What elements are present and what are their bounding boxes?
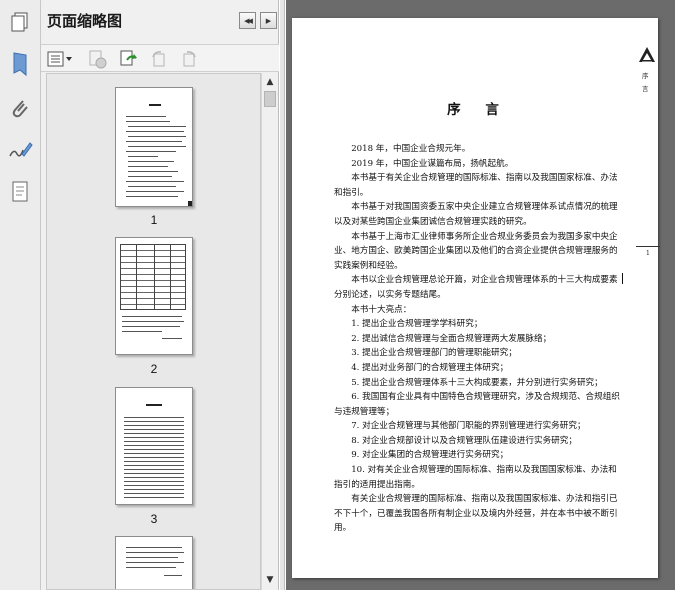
- paragraph: 本书基于有关企业合规管理的国际标准、指南以及我国国家标准、办法和指引。: [334, 173, 618, 198]
- page-thumbnails-icon[interactable]: [4, 6, 36, 38]
- thumbnail-label-1: 1: [150, 213, 158, 227]
- layers-icon[interactable]: [4, 176, 36, 208]
- chevron-right-icon: ▶: [265, 16, 272, 25]
- list-item: 4. 提出对业务部门的合规管理主体研究；: [351, 362, 509, 373]
- page-number: 1: [646, 250, 650, 257]
- list-item: 1. 提出企业合规管理学学科研究；: [351, 319, 483, 330]
- paragraph: 本书十大亮点：: [351, 304, 412, 315]
- attachment-icon[interactable]: [4, 92, 36, 124]
- collapse-panel-button[interactable]: ◀◀: [239, 12, 256, 29]
- list-item: 8. 对企业合规部设计以及合规管理队伍建设进行实务研究；: [351, 435, 577, 446]
- page-thumbnail-4[interactable]: [115, 536, 193, 589]
- expand-panel-button[interactable]: ▶: [260, 12, 277, 29]
- margin-rule: [636, 246, 660, 247]
- list-item: 9. 对企业集团的合规管理进行实务研究；: [351, 450, 509, 461]
- paragraph: 2018 年，中国企业合规元年。: [351, 144, 471, 154]
- text-cursor: [622, 273, 623, 284]
- running-header: 序言: [642, 72, 649, 93]
- paragraph: 本书基于上海市汇业律师事务所企业合规业务委员会为我国多家中央企业、地方国企、欧美…: [334, 231, 618, 271]
- thumbnails-scrollbar[interactable]: ▲ ▼: [261, 73, 278, 590]
- chevron-down-icon: ▼: [266, 575, 274, 585]
- insert-page-icon[interactable]: [117, 48, 141, 70]
- page-title: 序 言: [447, 102, 509, 118]
- page-thumbnail-2[interactable]: [115, 237, 193, 355]
- page-thumbnail-3[interactable]: [115, 387, 193, 505]
- document-page[interactable]: 序言 序 言 2018 年，中国企业合规元年。 2019 年，中国企业谋篇布局，…: [292, 18, 660, 578]
- list-item: 5. 提出企业合规管理体系十三大构成要素，并分别进行实务研究；: [351, 377, 603, 388]
- scroll-up-button[interactable]: ▲: [262, 75, 278, 89]
- rotate-left-icon[interactable]: [147, 48, 171, 70]
- document-body: 2018 年，中国企业合规元年。 2019 年，中国企业谋篇布局，扬帆起航。 本…: [334, 142, 622, 536]
- bookmark-icon[interactable]: [4, 48, 36, 80]
- paragraph: 本书以企业合规管理总论开篇，对企业合规管理体系的十三大构成要素分别论述，以实务专…: [334, 275, 618, 300]
- thumbnail-label-2: 2: [150, 362, 158, 376]
- double-chevron-left-icon: ◀◀: [244, 16, 253, 25]
- page-thumbnail-1[interactable]: [115, 87, 193, 207]
- paragraph: 本书基于对我国国资委五家中央企业建立合规管理体系试点情况的梳理以及对某些跨国企业…: [334, 202, 618, 227]
- navigation-strip: [0, 0, 41, 590]
- panel-splitter[interactable]: [280, 0, 285, 590]
- paragraph: 有关企业合规管理的国际标准、指南以及我国国家标准、办法和指引已不下十个，已覆盖我…: [334, 494, 618, 534]
- rotate-right-icon[interactable]: [177, 48, 201, 70]
- list-item: 6. 我国国有企业具有中国特色合规管理研究，涉及合规规范、合规组织与违规管理等；: [334, 392, 620, 417]
- publisher-logo-icon: [638, 46, 656, 68]
- chevron-up-icon: ▲: [266, 77, 274, 87]
- list-item: 7. 对企业合规管理与其他部门职能的界别管理进行实务研究；: [351, 421, 586, 432]
- thumbnails-panel: 页面缩略图 ◀◀ ▶ 1 2 3 ▲ ▼: [41, 0, 279, 590]
- panel-toolbar: [41, 44, 279, 72]
- panel-title: 页面缩略图: [47, 12, 123, 30]
- thumbnail-label-3: 3: [150, 512, 158, 526]
- signature-icon[interactable]: [4, 134, 36, 166]
- paragraph: 2019 年，中国企业谋篇布局，扬帆起航。: [351, 158, 514, 169]
- thumbnails-list[interactable]: 1 2 3: [46, 73, 261, 590]
- list-item: 2. 提出诚信合规管理与全面合规管理两大发展脉络；: [351, 333, 552, 344]
- options-menu-button[interactable]: [45, 48, 75, 70]
- list-item: 10. 对有关企业合规管理的国际标准、指南以及我国国家标准、办法和指引的适用提出…: [334, 465, 617, 490]
- scrollbar-thumb[interactable]: [264, 91, 276, 107]
- scroll-down-button[interactable]: ▼: [262, 573, 278, 587]
- document-view[interactable]: 序言 序 言 2018 年，中国企业合规元年。 2019 年，中国企业谋篇布局，…: [286, 0, 675, 590]
- list-item: 3. 提出企业合规管理部门的管理职能研究；: [351, 348, 517, 359]
- delete-page-icon[interactable]: [85, 48, 109, 70]
